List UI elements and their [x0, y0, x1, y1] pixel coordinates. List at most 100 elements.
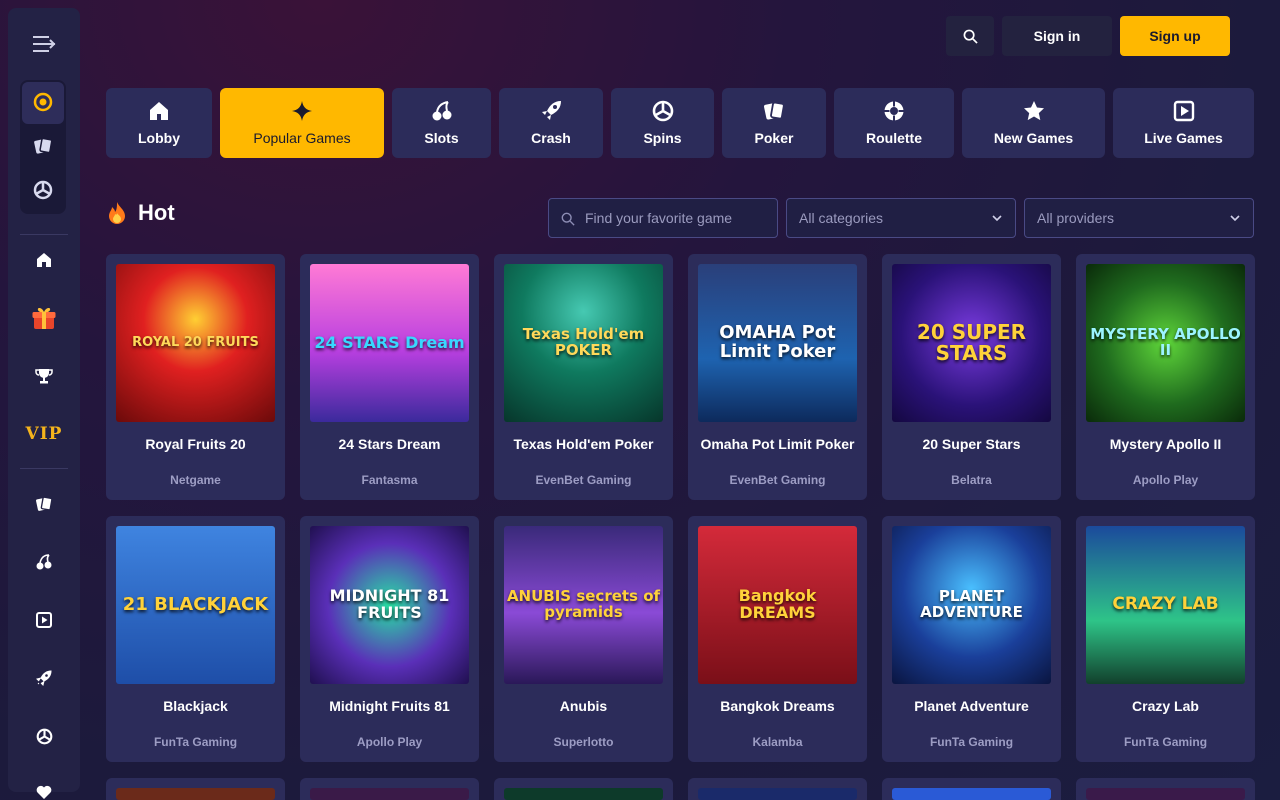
nav-tab-new-games[interactable]: New Games — [962, 88, 1105, 158]
game-thumbnail[interactable]: ROYAL 20 FRUITS — [116, 264, 275, 422]
game-provider: Kalamba — [752, 735, 803, 749]
roulette-icon — [884, 101, 904, 121]
category-select-value: All categories — [799, 210, 884, 226]
sidebar-item-vip[interactable]: VIP — [26, 416, 62, 452]
game-card[interactable]: 20 SUPER STARS 20 Super Stars Belatra — [882, 254, 1061, 500]
game-card[interactable]: CRAZY LAB Crazy Lab FunTa Gaming — [1076, 516, 1255, 762]
nav-tab-poker[interactable]: Poker — [722, 88, 826, 158]
game-thumbnail[interactable] — [892, 788, 1051, 800]
game-card[interactable] — [106, 778, 285, 800]
game-card[interactable]: 24 STARS Dream 24 Stars Dream Fantasma — [300, 254, 479, 500]
game-thumbnail[interactable]: PLANET ADVENTURE — [892, 526, 1051, 684]
game-title: Bangkok Dreams — [720, 698, 835, 714]
sidebar-item-crash[interactable] — [26, 660, 62, 696]
nav-tab-roulette[interactable]: Roulette — [834, 88, 954, 158]
spin-icon — [36, 728, 52, 744]
spin-icon — [33, 180, 53, 200]
sign-in-button[interactable]: Sign in — [1002, 16, 1112, 56]
game-thumbnail[interactable]: ANUBIS secrets of pyramids — [504, 526, 663, 684]
game-card[interactable]: Bangkok DREAMS Bangkok Dreams Kalamba — [688, 516, 867, 762]
game-provider: FunTa Gaming — [1123, 735, 1208, 749]
sidebar-item-live[interactable] — [26, 602, 62, 638]
game-card[interactable]: PLANET ADVENTURE Planet Adventure FunTa … — [882, 516, 1061, 762]
casino-chip-icon — [33, 92, 53, 112]
game-thumbnail[interactable] — [116, 788, 275, 800]
sidebar-item-favorites[interactable] — [26, 774, 62, 800]
menu-toggle-button[interactable] — [26, 26, 62, 62]
game-card[interactable]: MYSTERY APOLLO II Mystery Apollo II Apol… — [1076, 254, 1255, 500]
provider-select[interactable]: All providers — [1024, 198, 1254, 238]
game-search-field[interactable]: Find your favorite game — [548, 198, 778, 238]
sidebar-item-home[interactable] — [26, 242, 62, 278]
game-thumbnail[interactable]: MYSTERY APOLLO II — [1086, 264, 1245, 422]
nav-tab-popular-games[interactable]: Popular Games — [220, 88, 384, 158]
sidebar-item-slots[interactable] — [26, 544, 62, 580]
play-icon — [36, 612, 52, 628]
chevron-down-icon — [992, 215, 1002, 222]
game-card[interactable] — [688, 778, 867, 800]
nav-tab-label: Lobby — [138, 130, 180, 146]
sidebar-item-casino[interactable] — [25, 84, 61, 120]
game-card[interactable]: OMAHA Pot Limit Poker Omaha Pot Limit Po… — [688, 254, 867, 500]
sidebar-item-bonuses[interactable] — [26, 300, 62, 336]
game-provider: Fantasma — [361, 473, 418, 487]
game-thumbnail[interactable]: Texas Hold'em POKER — [504, 264, 663, 422]
game-provider: FunTa Gaming — [153, 735, 238, 749]
sidebar-item-poker[interactable] — [25, 128, 61, 164]
vip-label: VIP — [25, 424, 63, 444]
game-title: Royal Fruits 20 — [145, 436, 246, 452]
nav-tab-crash[interactable]: Crash — [499, 88, 603, 158]
game-thumbnail[interactable] — [698, 788, 857, 800]
game-card[interactable]: ROYAL 20 FRUITS Royal Fruits 20 Netgame — [106, 254, 285, 500]
game-provider: Netgame — [170, 473, 221, 487]
nav-tab-label: Slots — [424, 130, 459, 146]
game-thumbnail[interactable] — [1086, 788, 1245, 800]
game-thumbnail[interactable]: MIDNIGHT 81 FRUITS — [310, 526, 469, 684]
search-button[interactable] — [946, 16, 994, 56]
game-title: Anubis — [559, 698, 608, 714]
star-icon — [1023, 101, 1044, 121]
game-card[interactable] — [882, 778, 1061, 800]
game-title: Omaha Pot Limit Poker — [700, 436, 855, 452]
game-title: 20 Super Stars — [922, 436, 1021, 452]
trophy-icon — [35, 369, 53, 384]
game-card[interactable]: Texas Hold'em POKER Texas Hold'em Poker … — [494, 254, 673, 500]
game-thumbnail[interactable]: OMAHA Pot Limit Poker — [698, 264, 857, 422]
game-thumbnail[interactable]: 21 BLACKJACK — [116, 526, 275, 684]
game-card[interactable]: 21 BLACKJACK Blackjack FunTa Gaming — [106, 516, 285, 762]
sign-up-button[interactable]: Sign up — [1120, 16, 1230, 56]
gift-icon — [32, 307, 56, 329]
game-card[interactable]: MIDNIGHT 81 FRUITS Midnight Fruits 81 Ap… — [300, 516, 479, 762]
nav-tab-label: Spins — [643, 130, 682, 146]
game-card[interactable] — [494, 778, 673, 800]
game-thumbnail[interactable] — [504, 788, 663, 800]
game-art-text: ANUBIS secrets of pyramids — [506, 587, 661, 621]
nav-tab-slots[interactable]: Slots — [392, 88, 491, 158]
nav-tab-label: Popular Games — [253, 130, 351, 146]
game-thumbnail[interactable]: CRAZY LAB — [1086, 526, 1245, 684]
sidebar-item-spins-2[interactable] — [26, 718, 62, 754]
chevron-down-icon — [1230, 215, 1240, 222]
rocket-icon — [36, 670, 52, 686]
sidebar: VIP — [8, 8, 80, 799]
nav-tab-live-games[interactable]: Live Games — [1113, 88, 1254, 158]
game-thumbnail[interactable]: Bangkok DREAMS — [698, 526, 857, 684]
search-icon — [561, 212, 575, 226]
game-art-text: PLANET ADVENTURE — [920, 587, 1023, 621]
sidebar-item-tournaments[interactable] — [26, 358, 62, 394]
spin-icon — [652, 100, 673, 122]
game-card[interactable] — [300, 778, 479, 800]
game-thumbnail[interactable] — [310, 788, 469, 800]
game-provider: Superlotto — [553, 735, 614, 749]
sidebar-item-spins[interactable] — [25, 172, 61, 208]
nav-tab-spins[interactable]: Spins — [611, 88, 714, 158]
game-card[interactable]: ANUBIS secrets of pyramids Anubis Superl… — [494, 516, 673, 762]
game-thumbnail[interactable]: 24 STARS Dream — [310, 264, 469, 422]
nav-tab-lobby[interactable]: Lobby — [106, 88, 212, 158]
game-thumbnail[interactable]: 20 SUPER STARS — [892, 264, 1051, 422]
sidebar-item-poker-2[interactable] — [26, 486, 62, 522]
game-provider: Belatra — [951, 473, 992, 487]
home-icon — [37, 253, 51, 267]
category-select[interactable]: All categories — [786, 198, 1016, 238]
game-card[interactable] — [1076, 778, 1255, 800]
